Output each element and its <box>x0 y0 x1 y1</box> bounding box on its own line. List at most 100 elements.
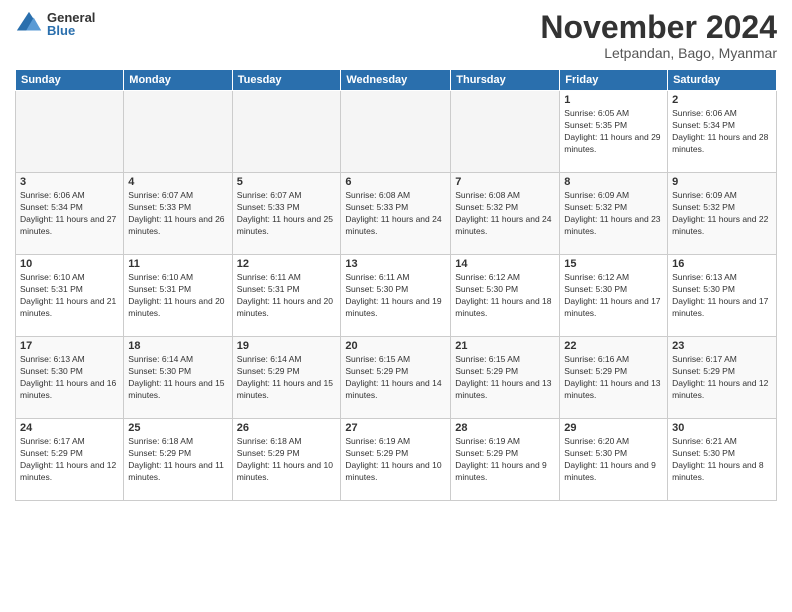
day-info: Sunrise: 6:11 AM Sunset: 5:30 PM Dayligh… <box>345 272 446 320</box>
calendar-cell: 16 Sunrise: 6:13 AM Sunset: 5:30 PM Dayli… <box>668 255 777 337</box>
calendar-cell: 3Sunrise: 6:06 AM Sunset: 5:34 PM Daylig… <box>16 173 124 255</box>
day-info: Sunrise: 6:19 AM Sunset: 5:29 PM Dayligh… <box>455 436 555 484</box>
day-number: 16 <box>672 258 772 270</box>
day-info: Sunrise: 6:12 AM Sunset: 5:30 PM Dayligh… <box>455 272 555 320</box>
day-info: Sunrise: 6:13 AM Sunset: 5:30 PM Dayligh… <box>672 272 772 320</box>
day-info: Sunrise: 6:18 AM Sunset: 5:29 PM Dayligh… <box>128 436 227 484</box>
calendar-cell: 18 Sunrise: 6:14 AM Sunset: 5:30 PM Dayli… <box>124 337 232 419</box>
calendar-cell <box>341 91 451 173</box>
day-info: Sunrise: 6:18 AM Sunset: 5:29 PM Dayligh… <box>237 436 337 484</box>
day-number: 6 <box>345 176 446 188</box>
calendar-cell: 2 Sunrise: 6:06 AM Sunset: 5:34 PM Daylig… <box>668 91 777 173</box>
day-info: Sunrise: 6:15 AM Sunset: 5:29 PM Dayligh… <box>455 354 555 402</box>
header: General Blue November 2024 Letpandan, Ba… <box>15 10 777 61</box>
col-saturday: Saturday <box>668 70 777 91</box>
day-number: 21 <box>455 340 555 352</box>
calendar-cell: 8 Sunrise: 6:09 AM Sunset: 5:32 PM Daylig… <box>560 173 668 255</box>
calendar-cell <box>232 91 341 173</box>
day-info: Sunrise: 6:10 AM Sunset: 5:31 PM Dayligh… <box>20 272 119 320</box>
calendar-cell: 13 Sunrise: 6:11 AM Sunset: 5:30 PM Dayli… <box>341 255 451 337</box>
day-number: 9 <box>672 176 772 188</box>
calendar-table: Sunday Monday Tuesday Wednesday Thursday… <box>15 69 777 501</box>
calendar-cell: 4 Sunrise: 6:07 AM Sunset: 5:33 PM Daylig… <box>124 173 232 255</box>
day-number: 12 <box>237 258 337 270</box>
col-monday: Monday <box>124 70 232 91</box>
day-number: 18 <box>128 340 227 352</box>
day-number: 7 <box>455 176 555 188</box>
day-info: Sunrise: 6:07 AM Sunset: 5:33 PM Dayligh… <box>128 190 227 238</box>
calendar-cell: 1 Sunrise: 6:05 AM Sunset: 5:35 PM Daylig… <box>560 91 668 173</box>
day-info: Sunrise: 6:09 AM Sunset: 5:32 PM Dayligh… <box>672 190 772 238</box>
logo-text: General Blue <box>47 11 95 37</box>
location-subtitle: Letpandan, Bago, Myanmar <box>540 45 777 61</box>
col-sunday: Sunday <box>16 70 124 91</box>
calendar-cell: 7 Sunrise: 6:08 AM Sunset: 5:32 PM Daylig… <box>451 173 560 255</box>
day-info: Sunrise: 6:07 AM Sunset: 5:33 PM Dayligh… <box>237 190 337 238</box>
day-number: 26 <box>237 422 337 434</box>
calendar-cell: 15 Sunrise: 6:12 AM Sunset: 5:30 PM Dayli… <box>560 255 668 337</box>
day-number: 22 <box>564 340 663 352</box>
day-number: 10 <box>20 258 119 270</box>
day-number: 20 <box>345 340 446 352</box>
calendar-week-3: 17Sunrise: 6:13 AM Sunset: 5:30 PM Dayli… <box>16 337 777 419</box>
day-info: Sunrise: 6:10 AM Sunset: 5:31 PM Dayligh… <box>128 272 227 320</box>
calendar-cell: 19 Sunrise: 6:14 AM Sunset: 5:29 PM Dayli… <box>232 337 341 419</box>
day-info: Sunrise: 6:17 AM Sunset: 5:29 PM Dayligh… <box>20 436 119 484</box>
col-friday: Friday <box>560 70 668 91</box>
calendar-cell: 23 Sunrise: 6:17 AM Sunset: 5:29 PM Dayli… <box>668 337 777 419</box>
calendar-week-1: 3Sunrise: 6:06 AM Sunset: 5:34 PM Daylig… <box>16 173 777 255</box>
calendar-cell: 9 Sunrise: 6:09 AM Sunset: 5:32 PM Daylig… <box>668 173 777 255</box>
calendar-header-row: Sunday Monday Tuesday Wednesday Thursday… <box>16 70 777 91</box>
calendar-cell: 27Sunrise: 6:19 AM Sunset: 5:29 PM Dayli… <box>341 419 451 501</box>
calendar-cell: 25 Sunrise: 6:18 AM Sunset: 5:29 PM Dayli… <box>124 419 232 501</box>
day-number: 17 <box>20 340 119 352</box>
calendar-week-4: 24Sunrise: 6:17 AM Sunset: 5:29 PM Dayli… <box>16 419 777 501</box>
day-info: Sunrise: 6:16 AM Sunset: 5:29 PM Dayligh… <box>564 354 663 402</box>
day-info: Sunrise: 6:05 AM Sunset: 5:35 PM Dayligh… <box>564 108 663 156</box>
day-info: Sunrise: 6:21 AM Sunset: 5:30 PM Dayligh… <box>672 436 772 484</box>
day-number: 11 <box>128 258 227 270</box>
logo-blue: Blue <box>47 24 95 37</box>
day-number: 30 <box>672 422 772 434</box>
day-number: 25 <box>128 422 227 434</box>
day-info: Sunrise: 6:06 AM Sunset: 5:34 PM Dayligh… <box>672 108 772 156</box>
calendar-cell: 5 Sunrise: 6:07 AM Sunset: 5:33 PM Daylig… <box>232 173 341 255</box>
day-number: 15 <box>564 258 663 270</box>
calendar-week-0: 1 Sunrise: 6:05 AM Sunset: 5:35 PM Daylig… <box>16 91 777 173</box>
day-number: 8 <box>564 176 663 188</box>
calendar-cell <box>16 91 124 173</box>
day-number: 4 <box>128 176 227 188</box>
calendar-cell: 14 Sunrise: 6:12 AM Sunset: 5:30 PM Dayli… <box>451 255 560 337</box>
day-number: 13 <box>345 258 446 270</box>
calendar-cell: 20Sunrise: 6:15 AM Sunset: 5:29 PM Dayli… <box>341 337 451 419</box>
calendar-cell: 12Sunrise: 6:11 AM Sunset: 5:31 PM Dayli… <box>232 255 341 337</box>
col-tuesday: Tuesday <box>232 70 341 91</box>
day-number: 14 <box>455 258 555 270</box>
day-number: 29 <box>564 422 663 434</box>
day-number: 1 <box>564 94 663 106</box>
calendar-cell: 22 Sunrise: 6:16 AM Sunset: 5:29 PM Dayli… <box>560 337 668 419</box>
month-title: November 2024 <box>540 10 777 45</box>
col-wednesday: Wednesday <box>341 70 451 91</box>
calendar-cell <box>451 91 560 173</box>
day-info: Sunrise: 6:17 AM Sunset: 5:29 PM Dayligh… <box>672 354 772 402</box>
day-info: Sunrise: 6:08 AM Sunset: 5:32 PM Dayligh… <box>455 190 555 238</box>
calendar-cell: 30 Sunrise: 6:21 AM Sunset: 5:30 PM Dayli… <box>668 419 777 501</box>
day-info: Sunrise: 6:12 AM Sunset: 5:30 PM Dayligh… <box>564 272 663 320</box>
logo: General Blue <box>15 10 95 38</box>
day-info: Sunrise: 6:19 AM Sunset: 5:29 PM Dayligh… <box>345 436 446 484</box>
page: General Blue November 2024 Letpandan, Ba… <box>0 0 792 612</box>
col-thursday: Thursday <box>451 70 560 91</box>
day-info: Sunrise: 6:20 AM Sunset: 5:30 PM Dayligh… <box>564 436 663 484</box>
calendar-cell: 10 Sunrise: 6:10 AM Sunset: 5:31 PM Dayli… <box>16 255 124 337</box>
day-number: 19 <box>237 340 337 352</box>
day-number: 23 <box>672 340 772 352</box>
day-number: 5 <box>237 176 337 188</box>
calendar-cell: 28Sunrise: 6:19 AM Sunset: 5:29 PM Dayli… <box>451 419 560 501</box>
day-info: Sunrise: 6:09 AM Sunset: 5:32 PM Dayligh… <box>564 190 663 238</box>
day-info: Sunrise: 6:14 AM Sunset: 5:29 PM Dayligh… <box>237 354 337 402</box>
title-block: November 2024 Letpandan, Bago, Myanmar <box>540 10 777 61</box>
day-info: Sunrise: 6:14 AM Sunset: 5:30 PM Dayligh… <box>128 354 227 402</box>
logo-icon <box>15 10 43 38</box>
day-number: 2 <box>672 94 772 106</box>
